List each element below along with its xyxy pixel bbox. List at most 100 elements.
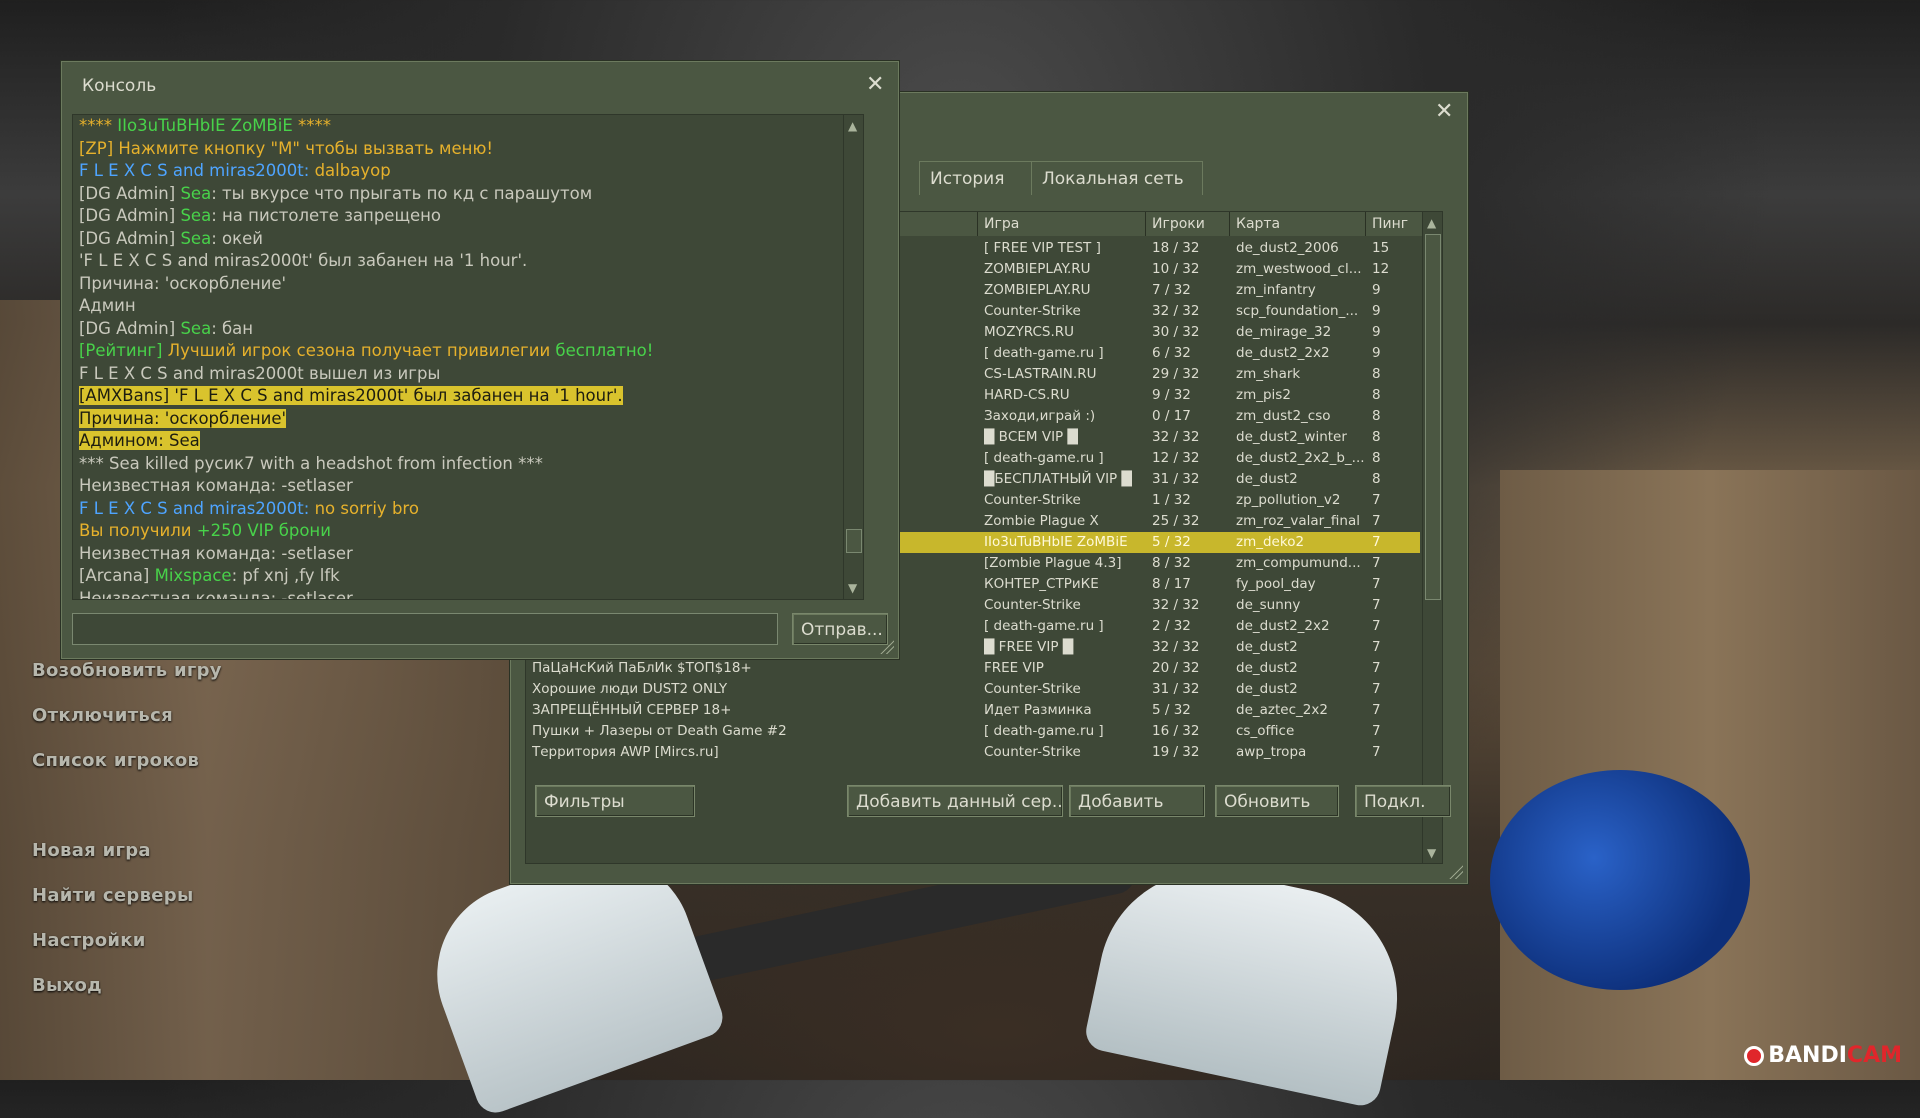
server-cell-game: █БЕСПЛАТНЫЙ VIP █ — [984, 471, 1132, 487]
server-cell-map: zm_deko2 — [1236, 534, 1305, 550]
scroll-down-icon[interactable]: ▼ — [848, 581, 857, 595]
menu-find-servers[interactable]: Найти серверы — [32, 885, 194, 906]
server-cell-players: 0 / 17 — [1152, 408, 1191, 424]
server-cell-ping: 8 — [1372, 450, 1381, 466]
menu-resume-game[interactable]: Возобновить игру — [32, 660, 222, 681]
server-cell-map: cs_office — [1236, 723, 1295, 739]
scroll-down-icon[interactable]: ▼ — [1427, 846, 1436, 860]
server-cell-players: 1 / 32 — [1152, 492, 1191, 508]
server-cell-ping: 7 — [1372, 723, 1381, 739]
column-header-map[interactable]: Карта — [1230, 212, 1366, 236]
console-line: F L E X C S and miras2000t: dalbayop — [73, 160, 863, 183]
server-row[interactable]: ПаЦаНсКий ПаБлИк $ТОП$18+ FREE VIP 20 / 32… — [526, 658, 1420, 679]
connect-button[interactable]: Подкл. — [1355, 785, 1451, 817]
server-cell-map: zp_pollution_v2 — [1236, 492, 1341, 508]
add-server-button[interactable]: Добавить — [1069, 785, 1205, 817]
console-line: F L E X C S and miras2000t вышел из игры — [73, 363, 863, 386]
server-cell-map: awp_tropa — [1236, 744, 1307, 760]
console-scroll-thumb[interactable] — [846, 529, 862, 553]
server-cell-game: HARD-CS.RU — [984, 387, 1070, 403]
console-text: *** Sea killed русик7 with a headshot fr… — [79, 453, 543, 473]
filters-button[interactable]: Фильтры — [535, 785, 695, 817]
console-text: бесплатно! — [555, 341, 654, 360]
tab-lan[interactable]: Локальная сеть — [1031, 161, 1203, 195]
server-cell-players: 8 / 32 — [1152, 555, 1191, 571]
server-cell-players: 30 / 32 — [1152, 324, 1200, 340]
scroll-up-icon[interactable]: ▲ — [1427, 216, 1436, 230]
server-cell-game: Заходи,играй :) — [984, 408, 1096, 424]
column-header-players[interactable]: Игроки — [1146, 212, 1230, 236]
server-cell-ping: 7 — [1372, 555, 1381, 571]
menu-player-list[interactable]: Список игроков — [32, 750, 199, 771]
server-cell-ping: 7 — [1372, 639, 1381, 655]
server-cell-players: 31 / 32 — [1152, 681, 1200, 697]
console-resize-grip[interactable] — [880, 640, 894, 654]
console-text: [DG Admin] — [79, 183, 181, 203]
server-cell-game: █ ВСЕМ VIP █ — [984, 429, 1078, 445]
server-cell-ping: 8 — [1372, 408, 1381, 424]
console-text: [DG Admin] — [79, 206, 181, 225]
console-text: IIo3uTuBHbIE ZoMBiE — [117, 116, 293, 135]
console-text: Причина: 'оскорбление' — [79, 273, 287, 293]
server-cell-ping: 7 — [1372, 744, 1381, 760]
server-row[interactable]: Территория AWP [Mircs.ru] Counter-Strike 1… — [526, 742, 1420, 763]
server-cell-ping: 9 — [1372, 282, 1381, 298]
console-text: F L E X C S and miras2000t: — [79, 161, 315, 180]
console-line: Админ — [73, 295, 863, 318]
server-cell-map: de_dust2_winter — [1236, 429, 1347, 445]
add-current-server-button[interactable]: Добавить данный сер... — [847, 785, 1063, 817]
column-header-game[interactable]: Игра — [978, 212, 1146, 236]
console-text: Sea — [180, 228, 212, 248]
console-text: **** — [292, 116, 332, 135]
server-cell-ping: 7 — [1372, 660, 1381, 676]
console-text: [Рейтинг] — [79, 341, 168, 360]
server-cell-map: zm_infantry — [1236, 282, 1316, 298]
server-cell-game: MOZYRCS.RU — [984, 324, 1075, 340]
server-cell-game: Идет Разминка — [984, 702, 1092, 718]
menu-new-game[interactable]: Новая игра — [32, 840, 151, 861]
server-cell-map: zm_westwood_cl... — [1236, 261, 1362, 277]
server-cell-players: 5 / 32 — [1152, 702, 1191, 718]
refresh-button[interactable]: Обновить — [1215, 785, 1339, 817]
server-cell-map: zm_roz_valar_final — [1236, 513, 1361, 529]
console-text: Вы получили — [79, 521, 197, 540]
server-cell-map: de_dust2 — [1236, 660, 1298, 676]
menu-quit[interactable]: Выход — [32, 975, 102, 996]
console-output: **** IIo3uTuBHbIE ZoMBiE **** [ZP] Нажмит… — [72, 114, 864, 600]
watermark-brand-a: BANDI — [1768, 1043, 1847, 1068]
server-cell-game: ZOMBIEPLAY.RU — [984, 261, 1091, 277]
console-text: Админ — [79, 296, 136, 315]
console-text: : на пистолете запрещено — [211, 206, 442, 225]
server-cell-ping: 7 — [1372, 702, 1381, 718]
console-close-icon[interactable]: ✕ — [866, 72, 884, 97]
console-line: [ZP] Нажмите кнопку "M" чтобы вызвать ме… — [73, 138, 863, 161]
server-cell-map: zm_compumund... — [1236, 555, 1361, 571]
server-cell-map: de_dust2 — [1236, 681, 1298, 697]
console-scrollbar[interactable]: ▲ ▼ — [843, 115, 863, 599]
server-cell-players: 20 / 32 — [1152, 660, 1200, 676]
tab-history[interactable]: История — [919, 161, 1039, 195]
server-cell-ping: 7 — [1372, 576, 1381, 592]
server-cell-game: IIo3uTuBHbIE ZoMBiE — [984, 534, 1128, 550]
server-row[interactable]: Хорошие люди DUST2 ONLY Counter-Strike 31 … — [526, 679, 1420, 700]
console-line: Неизвестная команда: -setlaser — [73, 543, 863, 566]
server-browser-resize-grip[interactable] — [1449, 865, 1463, 879]
server-cell-game: Counter-Strike — [984, 303, 1081, 319]
console-line: [DG Admin] Sea: на пистолете запрещено — [73, 205, 863, 228]
server-list-scrollbar[interactable]: ▲ ▼ — [1422, 212, 1442, 863]
server-cell-players: 31 / 32 — [1152, 471, 1200, 487]
scroll-up-icon[interactable]: ▲ — [848, 119, 857, 133]
server-row[interactable]: Пушки + Лазеры от Death Game #2 [ death-g… — [526, 721, 1420, 742]
server-cell-name: Территория AWP [Mircs.ru] — [532, 744, 719, 760]
console-text: : ты вкурсе что прыгать по кд с парашуто… — [211, 183, 593, 203]
server-browser-close-icon[interactable]: ✕ — [1435, 99, 1453, 124]
console-command-input[interactable] — [72, 613, 778, 645]
server-row[interactable]: ЗАПРЕЩЁННЫЙ СЕРВЕР 18+ Идет Разминка 5 / 3… — [526, 700, 1420, 721]
server-cell-map: de_dust2_2x2_b_... — [1236, 450, 1365, 466]
menu-disconnect[interactable]: Отключиться — [32, 705, 173, 726]
server-cell-map: de_dust2_2006 — [1236, 240, 1339, 256]
menu-settings[interactable]: Настройки — [32, 930, 146, 951]
server-list-scroll-thumb[interactable] — [1425, 234, 1441, 600]
server-cell-ping: 9 — [1372, 303, 1381, 319]
console-send-button[interactable]: Отправ... — [792, 613, 888, 645]
